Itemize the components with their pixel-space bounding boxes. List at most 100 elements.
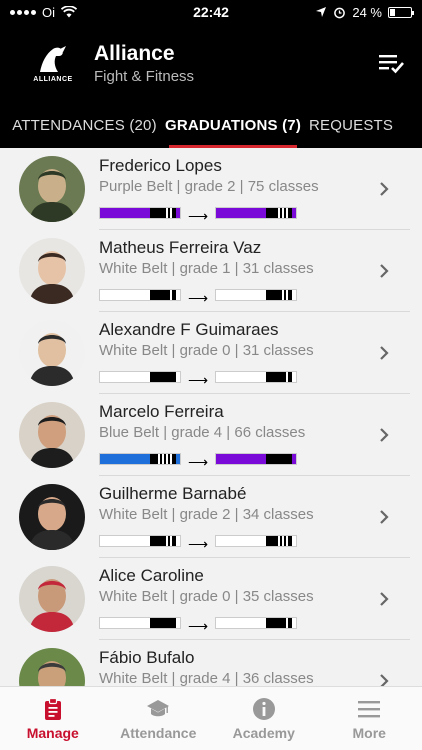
student-name: Fábio Bufalo <box>99 647 195 667</box>
list-item[interactable]: Fábio Bufalo White Belt | grade 4 | 36 cl… <box>0 640 422 686</box>
belt-stripes <box>278 208 288 218</box>
tab-graduations[interactable]: GRADUATIONS (7) <box>165 102 301 148</box>
person-photo-icon <box>19 402 85 468</box>
nav-more[interactable]: More <box>317 687 422 750</box>
next-belt <box>215 453 297 465</box>
app-title: Alliance <box>94 41 175 65</box>
belt-tip <box>292 208 296 218</box>
nav-manage[interactable]: Manage <box>0 687 106 750</box>
belt-tip <box>176 536 180 546</box>
student-detail: Blue Belt | grade 4 | 66 classes <box>99 423 306 441</box>
belt-stripes <box>278 536 288 546</box>
student-info: Marcelo Ferreira Blue Belt | grade 4 | 66… <box>99 400 374 471</box>
student-name: Matheus Ferreira Vaz <box>99 237 262 257</box>
chevron-right-icon[interactable] <box>374 425 394 445</box>
list-item[interactable]: Frederico Lopes Purple Belt | grade 2 | 7… <box>0 148 422 230</box>
person-photo-icon <box>19 238 85 304</box>
belt-base <box>216 290 266 300</box>
belt-stripe <box>170 454 172 464</box>
app-subtitle: Fight & Fitness <box>94 67 195 85</box>
battery-label: 24 % <box>352 4 382 20</box>
belt-rank-bar <box>266 208 292 218</box>
list-item[interactable]: Matheus Ferreira Vaz White Belt | grade 1… <box>0 230 422 312</box>
belt-stripe <box>282 290 284 300</box>
person-photo-icon <box>19 156 85 222</box>
student-name: Alice Caroline <box>99 565 204 585</box>
nav-attendance-label: Attendance <box>120 724 197 741</box>
avatar <box>19 566 85 632</box>
person-photo-icon <box>19 484 85 550</box>
checklist-filter-icon[interactable] <box>376 48 406 78</box>
belt-rank-bar <box>266 290 292 300</box>
belt-base <box>100 536 150 546</box>
belt-tip <box>292 372 296 382</box>
clipboard-icon <box>44 697 61 720</box>
nav-attendance[interactable]: Attendance <box>106 687 212 750</box>
status-right: 24 % <box>315 4 414 20</box>
arrow-right-icon: ⟶ <box>187 453 209 470</box>
list-item[interactable]: Alexandre F Guimaraes White Belt | grade … <box>0 312 422 394</box>
student-detail: White Belt | grade 4 | 36 classes <box>99 669 314 687</box>
chevron-right-icon[interactable] <box>374 589 394 609</box>
belt-tip <box>176 454 180 464</box>
bottom-nav: Manage Attendance Academy More <box>0 686 422 750</box>
belt-stripe <box>166 208 168 218</box>
carrier-label: Oi <box>42 4 55 20</box>
belt-base <box>216 536 266 546</box>
belt-stripes <box>166 208 172 218</box>
belt-stripes <box>158 454 172 464</box>
nav-manage-label: Manage <box>26 724 79 741</box>
belt-progression: ⟶ <box>99 612 374 635</box>
belt-tip <box>292 454 296 464</box>
alliance-logo-icon <box>40 45 66 72</box>
belt-stripe <box>278 536 280 546</box>
chevron-right-icon[interactable] <box>374 343 394 363</box>
belt-stripes <box>282 290 288 300</box>
belt-base <box>100 290 150 300</box>
student-info: Alexandre F Guimaraes White Belt | grade … <box>99 318 374 389</box>
tab-attendances[interactable]: ATTENDANCES (20) <box>0 102 169 148</box>
person-photo-icon <box>19 566 85 632</box>
nav-academy[interactable]: Academy <box>211 687 317 750</box>
belt-tip <box>176 372 180 382</box>
belt-stripes <box>166 536 172 546</box>
student-info: Alice Caroline White Belt | grade 0 | 35 … <box>99 564 374 635</box>
belt-stripe <box>170 536 172 546</box>
status-bar: Oi 22:42 24 % <box>0 0 422 24</box>
arrow-right-icon: ⟶ <box>187 289 209 306</box>
alliance-logo: ALLIANCE <box>30 40 76 86</box>
list-item[interactable]: Marcelo Ferreira Blue Belt | grade 4 | 66… <box>0 394 422 476</box>
student-detail: White Belt | grade 1 | 31 classes <box>99 259 314 277</box>
belt-rank-bar <box>150 208 176 218</box>
current-belt <box>99 289 181 301</box>
student-name: Alexandre F Guimaraes <box>99 319 279 339</box>
chevron-right-icon[interactable] <box>374 671 394 686</box>
logo-text: ALLIANCE <box>33 75 73 83</box>
person-photo-icon <box>19 648 85 686</box>
avatar <box>19 156 85 222</box>
next-belt <box>215 535 297 547</box>
belt-rank-bar <box>150 290 176 300</box>
app-header: ALLIANCE Alliance Fight & Fitness <box>0 24 422 102</box>
alarm-icon <box>334 7 346 18</box>
belt-stripe <box>170 208 172 218</box>
belt-base <box>100 454 150 464</box>
tab-requests[interactable]: REQUESTS <box>297 102 422 148</box>
belt-tip <box>292 536 296 546</box>
belt-base <box>216 618 266 628</box>
chevron-right-icon[interactable] <box>374 261 394 281</box>
chevron-right-icon[interactable] <box>374 507 394 527</box>
avatar <box>19 402 85 468</box>
belt-stripe <box>162 454 164 464</box>
signal-icon <box>10 9 36 15</box>
list-item[interactable]: Guilherme Barnabé White Belt | grade 2 | … <box>0 476 422 558</box>
student-info: Frederico Lopes Purple Belt | grade 2 | 7… <box>99 154 374 225</box>
header-titles: Alliance Fight & Fitness <box>94 42 376 85</box>
arrow-right-icon: ⟶ <box>187 617 209 634</box>
belt-stripe <box>166 536 168 546</box>
chevron-right-icon[interactable] <box>374 179 394 199</box>
info-icon <box>252 697 275 720</box>
student-detail: White Belt | grade 2 | 34 classes <box>99 505 314 523</box>
belt-rank-bar <box>266 618 292 628</box>
list-item[interactable]: Alice Caroline White Belt | grade 0 | 35 … <box>0 558 422 640</box>
